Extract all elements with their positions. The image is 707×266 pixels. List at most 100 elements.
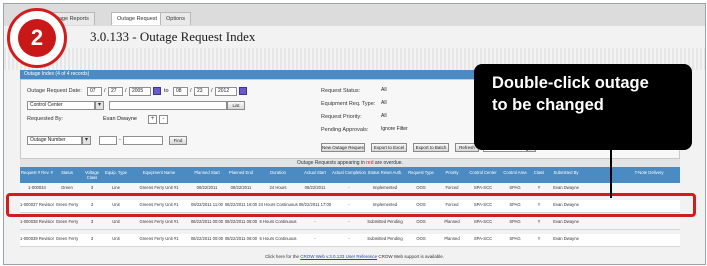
to-month-field[interactable]: 08 [173,87,188,96]
footer-prefix: Click here for the [264,254,299,259]
calendar-icon[interactable] [239,87,247,95]
control-center-select[interactable]: Control Center [27,101,95,110]
table-cell: OOS [416,236,426,241]
table-cell: Greens Ferry Unit #1 [139,236,179,241]
table-cell: Unit [112,219,120,224]
column-header[interactable]: Duration [258,167,298,183]
column-header[interactable]: Planned End [224,167,258,183]
from-year-field[interactable]: 2005 [129,87,151,96]
user-reference-link[interactable]: CROW Web v.3.0.133 User Reference [300,254,377,259]
table-row[interactable]: 1-000039 Revision #1Green Ferry 3 Unit Gree… [20,234,680,247]
column-header[interactable]: Equipment Name [128,167,190,183]
column-header[interactable]: Request # Rev. # [20,167,54,183]
callout-line-2: to be changed [492,96,604,114]
tab-options[interactable]: Options [160,12,191,25]
request-priority-select[interactable]: All [379,113,489,122]
outage-number-from-field[interactable] [99,136,117,145]
column-header[interactable]: Voltage Class [80,167,104,183]
table-cell: Submitted Pending [367,219,403,224]
date-separator: / [211,88,213,94]
table-cell: Unit [112,236,120,241]
to-day-field[interactable]: 23 [194,87,209,96]
table-cell: 08/22/2011 06:00 [224,236,258,241]
column-header[interactable]: Actual Completion [332,167,366,183]
table-cell: Evan Dwayne [553,219,579,224]
table-row[interactable]: 1-000038 Revision #1Green Ferry 3 Unit Gree… [20,217,680,230]
table-cell: - [348,219,350,224]
calendar-icon[interactable] [153,87,161,95]
from-day-field[interactable]: 27 [108,87,123,96]
list-button[interactable]: List [227,101,245,110]
table-cell: 6 Hours Continuous [259,219,297,224]
grid-caption-prefix: Outage Requests appearing in [297,160,365,166]
column-header[interactable]: Status [54,167,80,183]
date-separator: / [125,88,127,94]
table-cell: - [314,219,316,224]
request-status-label: Request Status: [321,88,361,94]
from-month-field[interactable]: 07 [87,87,102,96]
table-cell: 08/22/2011 00:00 [190,219,224,224]
step-badge: 2 [7,8,67,68]
column-header[interactable]: Priority [438,167,466,183]
column-header[interactable]: Request Type [404,167,438,183]
column-header[interactable]: Equip. Type [104,167,128,183]
grid-caption-red: red [366,160,374,166]
outage-number-to-field[interactable] [123,136,163,145]
table-cell: 08/22/2011 06:00 [224,219,258,224]
find-button[interactable]: Find [169,136,187,145]
table-cell: 1-000038 Revision #1 [20,219,54,224]
chevron-down-icon[interactable]: ▾ [82,136,91,145]
export-to-batch-button[interactable]: Export to Batch [413,143,449,152]
table-cell: Green Ferry [55,219,79,224]
tab-bar: Outage Reports Outage Request Options [4,4,705,26]
to-label: to [164,88,169,94]
table-cell: - [348,236,350,241]
to-year-field[interactable]: 2012 [215,87,237,96]
request-date-label: Outage Request Date: [27,88,82,94]
callout-pointer [610,150,612,198]
table-cell: Planned [444,219,460,224]
table-cell: SPA-SCC [473,236,493,241]
clear-icon[interactable]: - [159,115,168,124]
tab-outage-request[interactable]: Outage Request [111,12,164,25]
table-cell: SPAG [509,236,521,241]
table-cell: - [314,236,316,241]
column-header[interactable]: T-Note Delivery [584,167,705,183]
column-header[interactable]: Class [530,167,548,183]
table-cell [584,234,705,247]
instruction-callout: Double-click outage to be changed [474,64,692,150]
add-person-icon[interactable]: + [148,115,157,124]
date-separator: / [104,88,106,94]
table-cell: OOS [416,219,426,224]
pending-approvals-select[interactable]: Ignore Filter [379,126,489,135]
column-header[interactable]: Status Reset Auth. [366,167,404,183]
table-cell: Y [537,236,541,241]
grid-header-row: Request # Rev. # Status Voltage Class Equip… [20,167,680,183]
table-cell: Y [537,219,541,224]
column-header[interactable]: Control Area [500,167,530,183]
outage-number-select[interactable]: Outage Number [27,136,82,145]
page-title: 3.0.133 - Outage Request Index [90,29,256,44]
new-outage-request-button[interactable]: New Outage Request [321,143,365,152]
column-header[interactable]: Planned Start [190,167,224,183]
control-center-field[interactable] [109,101,227,110]
request-status-select[interactable]: All [379,87,489,96]
column-header[interactable]: Control Center [466,167,500,183]
table-cell: 6 Hours Continuous [259,236,297,241]
table-cell: 3 [90,219,94,224]
requested-by-label: Requested By: [27,116,64,122]
pending-approvals-label: Pending Approvals: [321,127,369,133]
grid-caption-suffix: are overdue. [374,160,403,166]
export-to-excel-button[interactable]: Export to Excel [371,143,407,152]
table-cell: SPAG [509,219,521,224]
column-header[interactable]: Actual Start [298,167,332,183]
footer-note: Click here for the CROW Web v.3.0.133 Us… [4,254,705,259]
requested-by-value: Evan Dwayne [103,116,137,122]
equipment-type-select[interactable]: All [379,100,489,109]
table-cell: SPA-SCC [473,219,493,224]
range-separator: - [119,137,121,143]
table-cell: 3 [90,236,94,241]
chevron-down-icon[interactable]: ▾ [95,101,104,110]
column-header[interactable]: Submitted By [548,167,584,183]
table-cell: Green Ferry [55,236,79,241]
